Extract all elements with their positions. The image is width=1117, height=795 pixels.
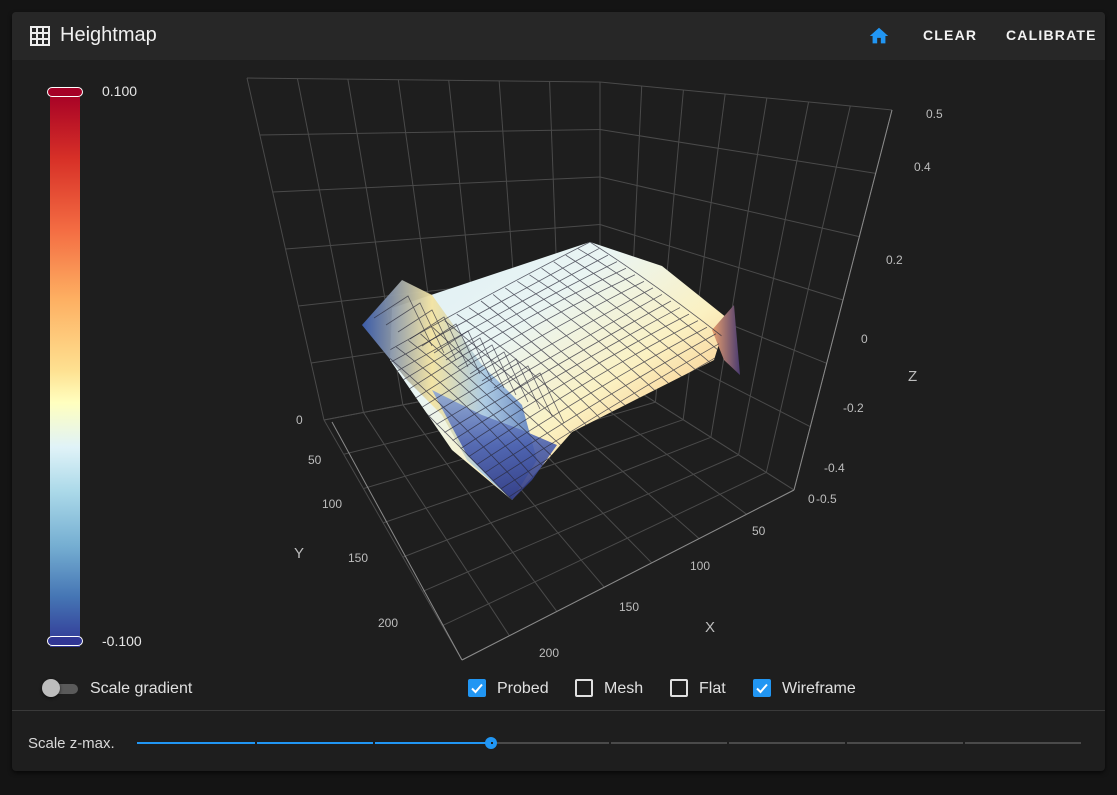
slider-tick: [255, 742, 257, 744]
x-tick-label: 150: [619, 600, 639, 614]
z-axis-title: Z: [908, 368, 917, 385]
scale-zmax-slider[interactable]: [137, 732, 1081, 754]
x-axis-title: X: [705, 619, 715, 636]
z-tick-label: 0: [861, 332, 868, 346]
y-tick-label: 200: [378, 616, 398, 630]
x-tick-label: 200: [539, 646, 559, 660]
grid-line: [442, 471, 767, 627]
home-icon[interactable]: [868, 25, 890, 47]
y-tick-label: 0: [296, 413, 303, 427]
flat-label: Flat: [699, 680, 726, 697]
calibrate-button[interactable]: CALIBRATE: [1006, 27, 1097, 43]
y-tick-label: 50: [308, 453, 322, 467]
grid-line: [259, 129, 601, 136]
y-tick-label: 100: [322, 497, 342, 511]
wireframe-label: Wireframe: [782, 680, 856, 697]
z-axis-line: [793, 109, 893, 491]
z-tick-label: 0.4: [914, 160, 931, 174]
probed-checkbox[interactable]: [468, 679, 486, 697]
heightmap-3d-plot[interactable]: 0.5 0.4 0.2 0 -0.2 -0.4 -0.5 0 50 100 15…: [12, 60, 1105, 672]
mesh-label: Mesh: [604, 680, 644, 697]
x-tick-label: 0: [808, 492, 815, 506]
slider-tick: [963, 742, 965, 744]
y-axis-title: Y: [294, 545, 304, 562]
grid-line: [402, 436, 712, 558]
grid-line: [599, 129, 876, 174]
grid-line: [599, 81, 893, 111]
z-tick-label: -0.2: [843, 401, 864, 415]
scale-gradient-label: Scale gradient: [90, 680, 193, 697]
slider-tick: [609, 742, 611, 744]
probed-label: Probed: [497, 680, 549, 697]
x-tick-label: 100: [690, 559, 710, 573]
grid-line: [285, 224, 601, 250]
page-title: Heightmap: [60, 24, 157, 46]
check-icon: [756, 683, 768, 694]
grid-line: [246, 77, 601, 83]
grid-icon: [30, 26, 50, 46]
grid-line: [272, 176, 601, 193]
wireframe-checkbox[interactable]: [753, 679, 771, 697]
grid-line: [599, 176, 860, 238]
slider-tick: [727, 742, 729, 744]
slider-tick: [845, 742, 847, 744]
flat-checkbox[interactable]: [670, 679, 688, 697]
toggle-knob: [42, 679, 60, 697]
clear-button[interactable]: CLEAR: [923, 27, 977, 43]
slider-tick: [491, 742, 493, 744]
z-tick-label: 0.2: [886, 253, 903, 267]
mesh-checkbox[interactable]: [575, 679, 593, 697]
check-icon: [471, 683, 483, 694]
divider: [12, 710, 1105, 711]
heightmap-card: Heightmap CLEAR CALIBRATE 0.100 -0.100 0…: [12, 12, 1105, 771]
slider-track-fill: [137, 742, 491, 744]
slider-tick: [373, 742, 375, 744]
y-tick-label: 150: [348, 551, 368, 565]
x-axis-line: [461, 489, 795, 661]
scale-zmax-label: Scale z-max.: [28, 735, 115, 752]
scale-gradient-toggle[interactable]: [42, 679, 82, 697]
z-tick-label: 0.5: [926, 107, 943, 121]
z-tick-label: -0.4: [824, 461, 845, 475]
options-row: Scale gradient Probed Mesh Flat Wirefram…: [12, 676, 1105, 702]
grid-line: [765, 105, 851, 473]
x-tick-label: 50: [752, 524, 766, 538]
z-tick-label: -0.5: [816, 492, 837, 506]
heightmap-surface: [362, 242, 740, 500]
grid-line: [738, 101, 810, 455]
card-header: Heightmap CLEAR CALIBRATE: [12, 12, 1105, 60]
